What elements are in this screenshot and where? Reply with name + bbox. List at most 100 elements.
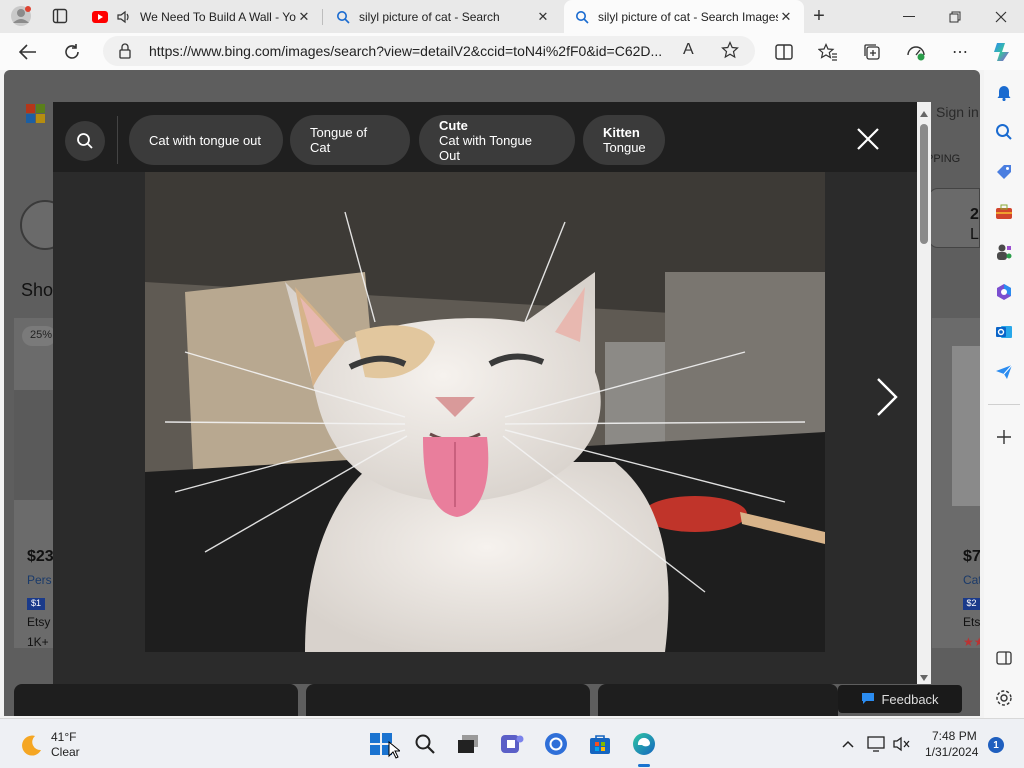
- notification-badge[interactable]: 1: [988, 737, 1004, 753]
- edge-sidebar: [984, 70, 1024, 718]
- chip-divider: [117, 116, 118, 164]
- chip-label-bold: Kitten: [603, 125, 640, 140]
- page-viewport: Sign in PPING 2 L Sho 25% $23 Pers $1 Et…: [4, 70, 980, 716]
- discount-badge: 25%: [22, 326, 56, 346]
- sidebar-divider: [988, 404, 1020, 405]
- read-aloud-icon[interactable]: A: [683, 41, 694, 59]
- tab-search-images[interactable]: silyl picture of cat - Search Images ✕: [564, 0, 804, 33]
- main-image[interactable]: [145, 172, 825, 652]
- feedback-button[interactable]: Feedback: [838, 685, 962, 713]
- microsoft365-icon[interactable]: [992, 280, 1016, 304]
- bell-icon[interactable]: [992, 80, 1016, 104]
- search-icon[interactable]: [411, 730, 439, 758]
- chevron-up-icon[interactable]: [836, 730, 860, 758]
- chip-label: Cat with Tongue Out: [439, 132, 532, 163]
- related-search-chip[interactable]: Cute Cat with Tongue Out: [419, 115, 575, 165]
- teams-icon[interactable]: [498, 730, 526, 758]
- related-search-chip[interactable]: Kitten Tongue: [583, 115, 665, 165]
- weather-condition[interactable]: Clear: [51, 745, 80, 759]
- refresh-button[interactable]: [57, 37, 87, 67]
- product-badge: $2: [963, 598, 980, 610]
- more-options-icon[interactable]: ⋯: [945, 37, 975, 67]
- minimize-button[interactable]: [886, 0, 932, 33]
- related-search-chip[interactable]: Tongue of Cat: [290, 115, 410, 165]
- split-icon[interactable]: [992, 646, 1016, 670]
- related-image[interactable]: [598, 684, 838, 716]
- product-image: [14, 390, 54, 500]
- product-price: $7: [963, 548, 980, 565]
- outlook-icon[interactable]: [992, 320, 1016, 344]
- scroll-up-icon[interactable]: [920, 106, 928, 120]
- back-button[interactable]: [13, 37, 43, 67]
- restore-button[interactable]: [932, 0, 978, 33]
- url-text[interactable]: https://www.bing.com/images/search?view=…: [149, 43, 679, 59]
- image-detail-overlay: Cat with tongue out Tongue of Cat Cute C…: [53, 102, 931, 684]
- close-icon[interactable]: [851, 122, 885, 156]
- search-icon: [77, 133, 93, 149]
- shop-heading: Sho: [21, 280, 54, 300]
- windows-taskbar: 41°F Clear 7:48 PM 1/31/2024 1: [0, 718, 1024, 768]
- chevron-right-icon[interactable]: [869, 372, 905, 422]
- feedback-label: Feedback: [881, 691, 939, 707]
- task-view-icon[interactable]: [454, 730, 482, 758]
- store-icon[interactable]: [586, 730, 614, 758]
- category-label: 2: [970, 206, 979, 223]
- new-tab-button[interactable]: +: [806, 4, 832, 28]
- product-title: Pers: [27, 573, 52, 587]
- mouse-cursor-icon: [388, 740, 402, 762]
- tab-youtube[interactable]: We Need To Build A Wall - YouTube ✕: [82, 0, 322, 33]
- related-search-chip[interactable]: Cat with tongue out: [129, 115, 283, 165]
- overlay-scrollbar[interactable]: [917, 102, 931, 684]
- clock-date[interactable]: 1/31/2024: [925, 745, 978, 759]
- tab-search[interactable]: silyl picture of cat - Search ✕: [325, 0, 561, 33]
- product-rating-stars: ★★: [963, 635, 980, 649]
- split-screen-icon[interactable]: [769, 37, 799, 67]
- profile-avatar-icon[interactable]: [8, 4, 34, 28]
- copilot-icon[interactable]: [988, 37, 1018, 67]
- performance-icon[interactable]: [901, 37, 931, 67]
- scrollbar-thumb[interactable]: [920, 124, 928, 244]
- close-tab-icon[interactable]: ✕: [778, 9, 794, 25]
- address-bar[interactable]: https://www.bing.com/images/search?view=…: [103, 36, 755, 66]
- sign-in-link[interactable]: Sign in: [936, 104, 979, 120]
- related-image[interactable]: [306, 684, 590, 716]
- tag-icon[interactable]: [992, 160, 1016, 184]
- clock-time[interactable]: 7:48 PM: [932, 729, 977, 743]
- weather-temperature[interactable]: 41°F: [51, 730, 76, 744]
- tab-strip: We Need To Build A Wall - YouTube ✕ sily…: [0, 0, 1024, 33]
- scroll-down-icon[interactable]: [920, 670, 928, 684]
- chrome-icon[interactable]: [542, 730, 570, 758]
- product-title: Cat: [963, 573, 980, 587]
- collections-icon[interactable]: [857, 37, 887, 67]
- tab-title: silyl picture of cat - Search Images: [598, 9, 778, 24]
- chat-icon: [861, 692, 875, 707]
- favorite-star-icon[interactable]: [721, 41, 739, 62]
- volume-muted-icon[interactable]: [890, 730, 914, 758]
- address-bar-row: https://www.bing.com/images/search?view=…: [0, 33, 1024, 70]
- close-tab-icon[interactable]: ✕: [296, 9, 312, 25]
- related-image[interactable]: [14, 684, 298, 716]
- product-seller: Ets: [963, 615, 980, 629]
- close-window-button[interactable]: [978, 0, 1024, 33]
- toolbox-icon[interactable]: [992, 200, 1016, 224]
- settings-icon[interactable]: [992, 686, 1016, 710]
- games-icon[interactable]: [992, 240, 1016, 264]
- chip-label: Cat with tongue out: [149, 132, 262, 148]
- moon-icon[interactable]: [18, 731, 46, 759]
- tab-actions-icon[interactable]: [47, 4, 73, 28]
- speaker-icon[interactable]: [116, 9, 132, 25]
- search-icon[interactable]: [992, 120, 1016, 144]
- add-icon[interactable]: [992, 425, 1016, 449]
- youtube-icon: [92, 9, 108, 25]
- tab-title: silyl picture of cat - Search: [359, 9, 500, 24]
- edge-icon[interactable]: [630, 730, 658, 758]
- shopping-tab[interactable]: PPING: [926, 153, 960, 165]
- product-count: 1K+: [27, 635, 49, 649]
- related-searches-bar: Cat with tongue out Tongue of Cat Cute C…: [53, 102, 917, 172]
- visual-search-button[interactable]: [65, 121, 105, 161]
- send-icon[interactable]: [992, 360, 1016, 384]
- favorites-icon[interactable]: [813, 37, 843, 67]
- lock-icon[interactable]: [119, 43, 131, 62]
- close-tab-icon[interactable]: ✕: [535, 9, 551, 25]
- monitor-icon[interactable]: [864, 730, 888, 758]
